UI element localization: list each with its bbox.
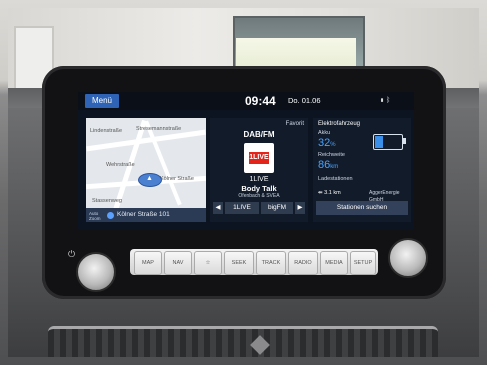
map-label: Kölner Straße (160, 176, 194, 182)
map-hard-key[interactable]: MAP (134, 251, 162, 275)
setup-hard-key[interactable]: SETUP (350, 251, 376, 275)
battery-label: Akku (318, 130, 331, 136)
station-name: 1LIVE (249, 176, 269, 183)
station-preset-button[interactable]: 1LIVE (225, 202, 259, 214)
search-stations-button[interactable]: Stationen suchen (316, 201, 408, 215)
map-label: Stassenweg (92, 198, 122, 204)
map-label: Stresemannstraße (136, 126, 182, 132)
nav-hard-key[interactable]: NAV (164, 251, 192, 275)
date: Do. 01.06 (288, 96, 321, 105)
media-hard-key[interactable]: MEDIA (320, 251, 348, 275)
status-bar: Menü 09:44 Do. 01.06 ▮ ᛒ (78, 92, 414, 110)
volume-knob[interactable] (76, 252, 116, 292)
clock: 09:44 (245, 94, 276, 108)
air-vent (48, 326, 438, 357)
next-station-icon[interactable]: ▶ (295, 202, 305, 214)
radio-hard-key[interactable]: RADIO (288, 251, 318, 275)
battery-tip (403, 138, 406, 144)
status-icons: ▮ ᛒ (380, 96, 390, 106)
charging-stations-label: Ladestationen (318, 176, 353, 182)
map-panel[interactable]: Wehrstraße Stresemannstraße Kölner Straß… (86, 118, 206, 222)
radio-panel[interactable]: Favorit DAB/FM 1LIVE 1LIVE Body Talk Ofe… (210, 118, 308, 222)
range-value: 86km (318, 159, 339, 171)
battery-icon (373, 134, 403, 150)
favorite-hard-key[interactable]: ☆ (194, 251, 222, 275)
band-preset-button[interactable]: bigFM (261, 202, 293, 214)
tune-knob[interactable] (388, 238, 428, 278)
seek-hard-key[interactable]: SEEK (224, 251, 254, 275)
infotainment-screen: Menü 09:44 Do. 01.06 ▮ ᛒ Wehrstraße Stre… (78, 92, 414, 230)
map-label: Lindenstraße (90, 128, 123, 134)
previous-station-icon[interactable]: ◀ (213, 202, 223, 214)
battery-fill (375, 136, 383, 148)
bluetooth-icon: ᛒ (386, 97, 391, 104)
show-hosts: Ofenbach & SVEA (238, 193, 280, 199)
ev-title: Elektrofahrzeug (318, 121, 361, 127)
signal-icon: ▮ (380, 97, 385, 104)
favorite-label[interactable]: Favorit (286, 121, 304, 127)
location-pin-icon (107, 212, 114, 219)
map-label: Wehrstraße (106, 162, 135, 168)
menu-button[interactable]: Menü (85, 94, 119, 108)
auto-zoom-label[interactable]: Auto Zoom (89, 211, 103, 221)
radio-source: DAB/FM (243, 130, 275, 139)
range-label: Reichweite (318, 152, 345, 158)
show-title: Body Talk (241, 184, 277, 193)
power-icon: ⏻ (68, 249, 76, 259)
station-logo: 1LIVE (244, 143, 274, 173)
current-street: Kölner Straße 101 (117, 211, 170, 218)
battery-value: 32% (318, 137, 336, 149)
map-address-bar: Auto Zoom Kölner Straße 101 (86, 208, 206, 222)
track-hard-key[interactable]: TRACK (256, 251, 286, 275)
station-distance: ⇚ 3.1 km (318, 190, 341, 196)
ev-panel[interactable]: Elektrofahrzeug Akku 32% Reichweite 86km… (313, 118, 411, 222)
hard-key-strip: MAP NAV ☆ SEEK TRACK RADIO MEDIA SETUP (130, 249, 378, 275)
navigation-arrow-icon: ▲ (146, 175, 153, 182)
station-logo-text: 1LIVE (249, 152, 269, 164)
